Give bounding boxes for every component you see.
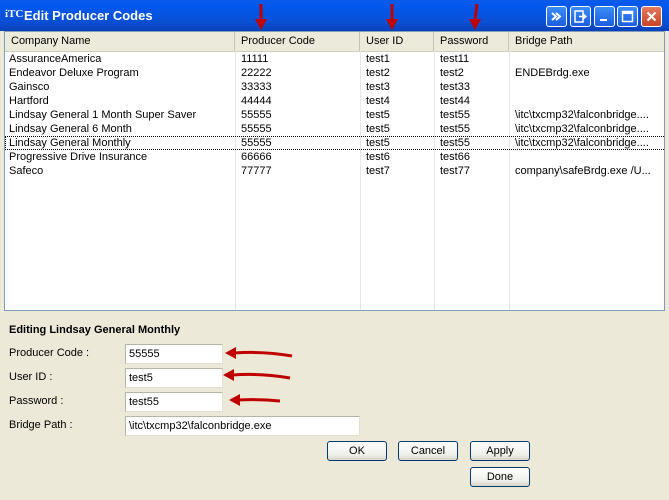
annotation-arrow-down-icon — [469, 3, 481, 30]
cell-producer-code: 77777 — [241, 165, 272, 177]
list-header: Company Name Producer Code User ID Passw… — [5, 32, 664, 52]
cell-company-name: Safeco — [9, 165, 44, 177]
cell-user-id: test5 — [366, 109, 390, 121]
cell-producer-code: 33333 — [241, 81, 272, 93]
user-id-field[interactable]: test5 — [125, 368, 223, 388]
cell-company-name: Lindsay General 6 Month — [9, 123, 132, 135]
cell-user-id: test6 — [366, 151, 390, 163]
editing-title: Editing Lindsay General Monthly — [9, 324, 181, 336]
exit-icon — [574, 10, 587, 23]
cell-password: test55 — [440, 123, 470, 135]
bridge-path-field[interactable]: \itc\txcmp32\falconbridge.exe — [125, 416, 360, 436]
minimize-icon — [600, 19, 607, 21]
table-row[interactable]: Lindsay General 1 Month Super Saver 5555… — [5, 108, 664, 122]
cell-producer-code: 44444 — [241, 95, 272, 107]
cell-bridge-path: \itc\txcmp32\falconbridge.... — [515, 123, 649, 135]
cell-user-id: test3 — [366, 81, 390, 93]
password-field[interactable]: test55 — [125, 392, 223, 412]
table-row[interactable]: AssuranceAmerica 11111 test1 test11 — [5, 52, 664, 66]
double-arrow-icon — [551, 12, 562, 21]
column-header-password[interactable]: Password — [434, 32, 509, 51]
cell-producer-code: 55555 — [241, 109, 272, 121]
annotation-arrow-left-icon — [223, 369, 291, 381]
cell-user-id: test5 — [366, 123, 390, 135]
close-button[interactable] — [641, 6, 662, 27]
restore-exit-button[interactable] — [570, 6, 591, 27]
producer-code-label: Producer Code : — [9, 347, 90, 359]
title-bar[interactable]: iTC Edit Producer Codes — [0, 0, 669, 31]
app-icon: iTC — [5, 8, 24, 20]
cell-bridge-path: \itc\txcmp32\falconbridge.... — [515, 109, 649, 121]
producer-code-field[interactable]: 55555 — [125, 344, 223, 364]
column-header-company-name[interactable]: Company Name — [5, 32, 235, 51]
cell-user-id: test7 — [366, 165, 390, 177]
cell-producer-code: 11111 — [241, 53, 269, 65]
annotation-arrow-left-icon — [229, 394, 281, 406]
cell-company-name: Progressive Drive Insurance — [9, 151, 148, 163]
user-id-label: User ID : — [9, 371, 53, 383]
maximize-button[interactable] — [617, 6, 638, 27]
cell-password: test77 — [440, 165, 470, 177]
cell-producer-code: 22222 — [241, 67, 272, 79]
column-header-user-id[interactable]: User ID — [360, 32, 434, 51]
cell-company-name: Hartford — [9, 95, 49, 107]
password-label: Password : — [9, 395, 64, 407]
cell-company-name: Endeavor Deluxe Program — [9, 67, 139, 79]
cell-password: test33 — [440, 81, 470, 93]
annotation-arrow-left-icon — [225, 347, 293, 359]
cell-producer-code: 55555 — [241, 137, 272, 149]
table-row[interactable]: Gainsco 33333 test3 test33 — [5, 80, 664, 94]
cell-producer-code: 55555 — [241, 123, 272, 135]
column-header-bridge-path[interactable]: Bridge Path — [509, 32, 664, 51]
window-title: Edit Producer Codes — [24, 8, 153, 23]
table-row[interactable]: Hartford 44444 test4 test44 — [5, 94, 664, 108]
apply-button[interactable]: Apply — [470, 441, 530, 461]
cell-company-name: Lindsay General Monthly — [9, 137, 131, 149]
help-button[interactable] — [546, 6, 567, 27]
cell-password: test55 — [440, 137, 470, 149]
cell-company-name: Lindsay General 1 Month Super Saver — [9, 109, 197, 121]
bridge-path-label: Bridge Path : — [9, 419, 73, 431]
cell-producer-code: 66666 — [241, 151, 272, 163]
cell-password: test66 — [440, 151, 470, 163]
column-header-producer-code[interactable]: Producer Code — [235, 32, 360, 51]
cell-bridge-path: company\safeBrdg.exe /U... — [515, 165, 651, 177]
cell-password: test2 — [440, 67, 464, 79]
table-row[interactable]: Progressive Drive Insurance 66666 test6 … — [5, 150, 664, 164]
close-icon — [646, 11, 657, 22]
maximize-icon — [621, 10, 634, 23]
table-row-selected[interactable]: Lindsay General Monthly 55555 test5 test… — [5, 136, 664, 150]
cell-user-id: test4 — [366, 95, 390, 107]
cell-bridge-path: \itc\txcmp32\falconbridge.... — [515, 137, 649, 149]
cell-password: test44 — [440, 95, 470, 107]
cell-password: test11 — [440, 53, 470, 65]
producer-codes-list[interactable]: Company Name Producer Code User ID Passw… — [4, 31, 665, 311]
cell-user-id: test1 — [366, 53, 390, 65]
table-row[interactable]: Endeavor Deluxe Program 22222 test2 test… — [5, 66, 664, 80]
ok-button[interactable]: OK — [327, 441, 387, 461]
minimize-button[interactable] — [594, 6, 615, 27]
cell-company-name: Gainsco — [9, 81, 50, 93]
cell-bridge-path: ENDEBrdg.exe — [515, 67, 590, 79]
annotation-arrow-down-icon — [255, 4, 267, 30]
cancel-button[interactable]: Cancel — [398, 441, 458, 461]
cell-company-name: AssuranceAmerica — [9, 53, 102, 65]
edit-producer-codes-window: iTC Edit Producer Codes Company Name Pro… — [0, 0, 669, 500]
cell-password: test55 — [440, 109, 470, 121]
done-button[interactable]: Done — [470, 467, 530, 487]
cell-user-id: test2 — [366, 67, 390, 79]
annotation-arrow-down-icon — [386, 4, 398, 30]
table-row[interactable]: Lindsay General 6 Month 55555 test5 test… — [5, 122, 664, 136]
cell-user-id: test5 — [366, 137, 390, 149]
table-row[interactable]: Safeco 77777 test7 test77 company\safeBr… — [5, 164, 664, 178]
